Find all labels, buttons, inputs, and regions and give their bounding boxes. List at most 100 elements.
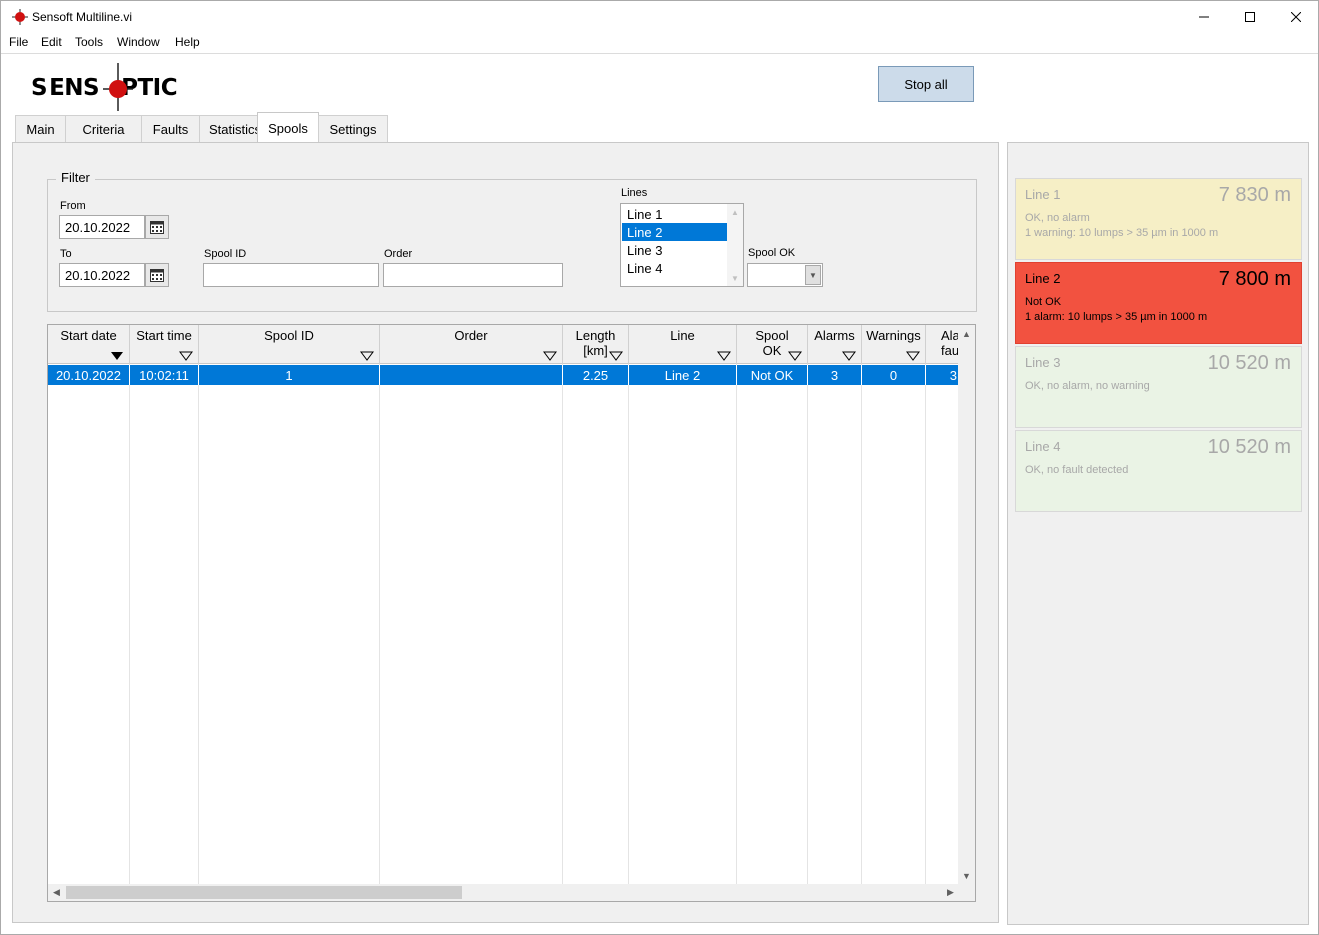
column-header-start-date[interactable]: Start date xyxy=(48,325,130,364)
spool-ok-label: Spool OK xyxy=(748,247,796,259)
column-header-length[interactable]: Length [km] xyxy=(563,325,629,364)
column-header-order[interactable]: Order xyxy=(380,325,563,364)
column-header-warnings[interactable]: Warnings xyxy=(862,325,926,364)
cell-order xyxy=(380,365,563,385)
filter-triangle-icon[interactable] xyxy=(609,351,623,361)
table-header: Start date Start time Spool ID Order Len… xyxy=(48,325,960,364)
close-button[interactable] xyxy=(1273,1,1319,32)
menu-file[interactable]: File xyxy=(9,35,28,49)
lines-option-4[interactable]: Line 4 xyxy=(622,259,728,277)
minimize-icon xyxy=(1199,16,1209,17)
tab-main[interactable]: Main xyxy=(15,115,66,143)
column-divider xyxy=(379,364,380,884)
line-status-text: Not OK xyxy=(1025,296,1062,308)
filter-triangle-icon[interactable] xyxy=(788,351,802,361)
table-vertical-scrollbar[interactable]: ▲ ▼ xyxy=(958,325,975,884)
spool-ok-select[interactable]: ▼ xyxy=(747,263,823,287)
minimize-button[interactable] xyxy=(1181,1,1227,32)
column-header-spool-ok[interactable]: Spool OK xyxy=(737,325,808,364)
column-divider xyxy=(628,364,629,884)
logo-target-icon xyxy=(103,63,133,111)
column-divider xyxy=(198,364,199,884)
sensoptic-logo: SENS PTIC xyxy=(31,63,191,113)
lines-option-2[interactable]: Line 2 xyxy=(622,223,728,241)
menu-bar: File Edit Tools Window Help xyxy=(1,32,1318,54)
cell-warnings: 0 xyxy=(862,365,926,385)
column-divider xyxy=(861,364,862,884)
line-name: Line 2 xyxy=(1025,271,1061,286)
line-length: 10 520 m xyxy=(1207,436,1291,458)
line-1-status-card[interactable]: Line 1 7 830 m OK, no alarm 1 warning: 1… xyxy=(1015,178,1302,260)
calendar-icon xyxy=(150,269,164,282)
filter-triangle-icon[interactable] xyxy=(717,351,731,361)
menu-window[interactable]: Window xyxy=(117,35,160,49)
line-2-status-card[interactable]: Line 2 7 800 m Not OK 1 alarm: 10 lumps … xyxy=(1015,262,1302,344)
cell-alarm-faults: 3 xyxy=(949,367,957,383)
spool-id-input[interactable] xyxy=(203,263,379,287)
column-header-alarms[interactable]: Alarms xyxy=(808,325,862,364)
table-horizontal-scrollbar[interactable]: ◀ ▶ xyxy=(48,884,959,901)
tab-criteria[interactable]: Criteria xyxy=(65,115,142,143)
horizontal-scroll-thumb[interactable] xyxy=(66,886,462,899)
column-divider xyxy=(807,364,808,884)
scroll-down-icon[interactable]: ▼ xyxy=(727,271,743,285)
line-4-status-card[interactable]: Line 4 10 520 m OK, no fault detected xyxy=(1015,430,1302,512)
cell-spool-id: 1 xyxy=(199,365,380,385)
cell-line: Line 2 xyxy=(629,365,737,385)
lines-scrollbar[interactable]: ▲ ▼ xyxy=(727,204,743,286)
column-header-spool-id[interactable]: Spool ID xyxy=(199,325,380,364)
menu-edit[interactable]: Edit xyxy=(41,35,62,49)
lines-listbox[interactable]: Line 1 Line 2 Line 3 Line 4 ▲ ▼ xyxy=(620,203,744,287)
line-name: Line 3 xyxy=(1025,355,1061,370)
filter-triangle-icon[interactable] xyxy=(543,351,557,361)
tab-faults[interactable]: Faults xyxy=(141,115,200,143)
column-divider xyxy=(736,364,737,884)
table-row[interactable]: 20.10.2022 10:02:11 1 2.25 Line 2 Not OK… xyxy=(48,365,959,385)
lines-option-1[interactable]: Line 1 xyxy=(622,205,728,223)
spools-panel: Filter From 20.10.2022 To 20.10.2022 Spo… xyxy=(12,142,999,923)
filter-group: Filter From 20.10.2022 To 20.10.2022 Spo… xyxy=(47,170,977,312)
stop-all-button[interactable]: Stop all xyxy=(878,66,974,102)
menu-help[interactable]: Help xyxy=(175,35,200,49)
title-bar: Sensoft Multiline.vi xyxy=(1,1,1318,32)
from-calendar-button[interactable] xyxy=(145,215,169,239)
to-date-input[interactable]: 20.10.2022 xyxy=(59,263,145,287)
menu-tools[interactable]: Tools xyxy=(75,35,103,49)
line-length: 10 520 m xyxy=(1207,352,1291,374)
lines-option-3[interactable]: Line 3 xyxy=(622,241,728,259)
filter-triangle-icon[interactable] xyxy=(179,351,193,361)
line-status-panel: Line 1 7 830 m OK, no alarm 1 warning: 1… xyxy=(1007,142,1309,925)
tab-spools[interactable]: Spools xyxy=(257,112,319,144)
close-icon xyxy=(1291,11,1301,22)
line-name: Line 4 xyxy=(1025,439,1061,454)
filter-triangle-icon[interactable] xyxy=(906,351,920,361)
column-header-start-time[interactable]: Start time xyxy=(130,325,199,364)
chevron-down-icon[interactable]: ▼ xyxy=(805,265,821,285)
line-3-status-card[interactable]: Line 3 10 520 m OK, no alarm, no warning xyxy=(1015,346,1302,428)
maximize-button[interactable] xyxy=(1227,1,1273,32)
order-input[interactable] xyxy=(383,263,563,287)
order-label: Order xyxy=(384,248,413,260)
scroll-right-icon[interactable]: ▶ xyxy=(942,884,959,901)
tab-settings[interactable]: Settings xyxy=(318,115,388,143)
scroll-up-icon[interactable]: ▲ xyxy=(958,325,975,342)
sort-descending-icon[interactable] xyxy=(110,351,124,361)
scroll-left-icon[interactable]: ◀ xyxy=(48,884,65,901)
to-label: To xyxy=(60,248,72,260)
column-header-line[interactable]: Line xyxy=(629,325,737,364)
from-label: From xyxy=(60,200,86,212)
to-calendar-button[interactable] xyxy=(145,263,169,287)
scroll-up-icon[interactable]: ▲ xyxy=(727,205,743,219)
calendar-icon xyxy=(150,221,164,234)
filter-triangle-icon[interactable] xyxy=(360,351,374,361)
lines-label: Lines xyxy=(621,187,648,199)
filter-triangle-icon[interactable] xyxy=(842,351,856,361)
cell-spool-ok: Not OK xyxy=(737,365,808,385)
from-date-input[interactable]: 20.10.2022 xyxy=(59,215,145,239)
cell-start-time: 10:02:11 xyxy=(130,365,199,385)
scrollbar-corner xyxy=(958,884,975,901)
line-length: 7 800 m xyxy=(1218,268,1291,290)
line-status-text: OK, no alarm xyxy=(1025,212,1090,224)
app-crosshair-icon xyxy=(12,9,28,25)
scroll-down-icon[interactable]: ▼ xyxy=(958,867,975,884)
